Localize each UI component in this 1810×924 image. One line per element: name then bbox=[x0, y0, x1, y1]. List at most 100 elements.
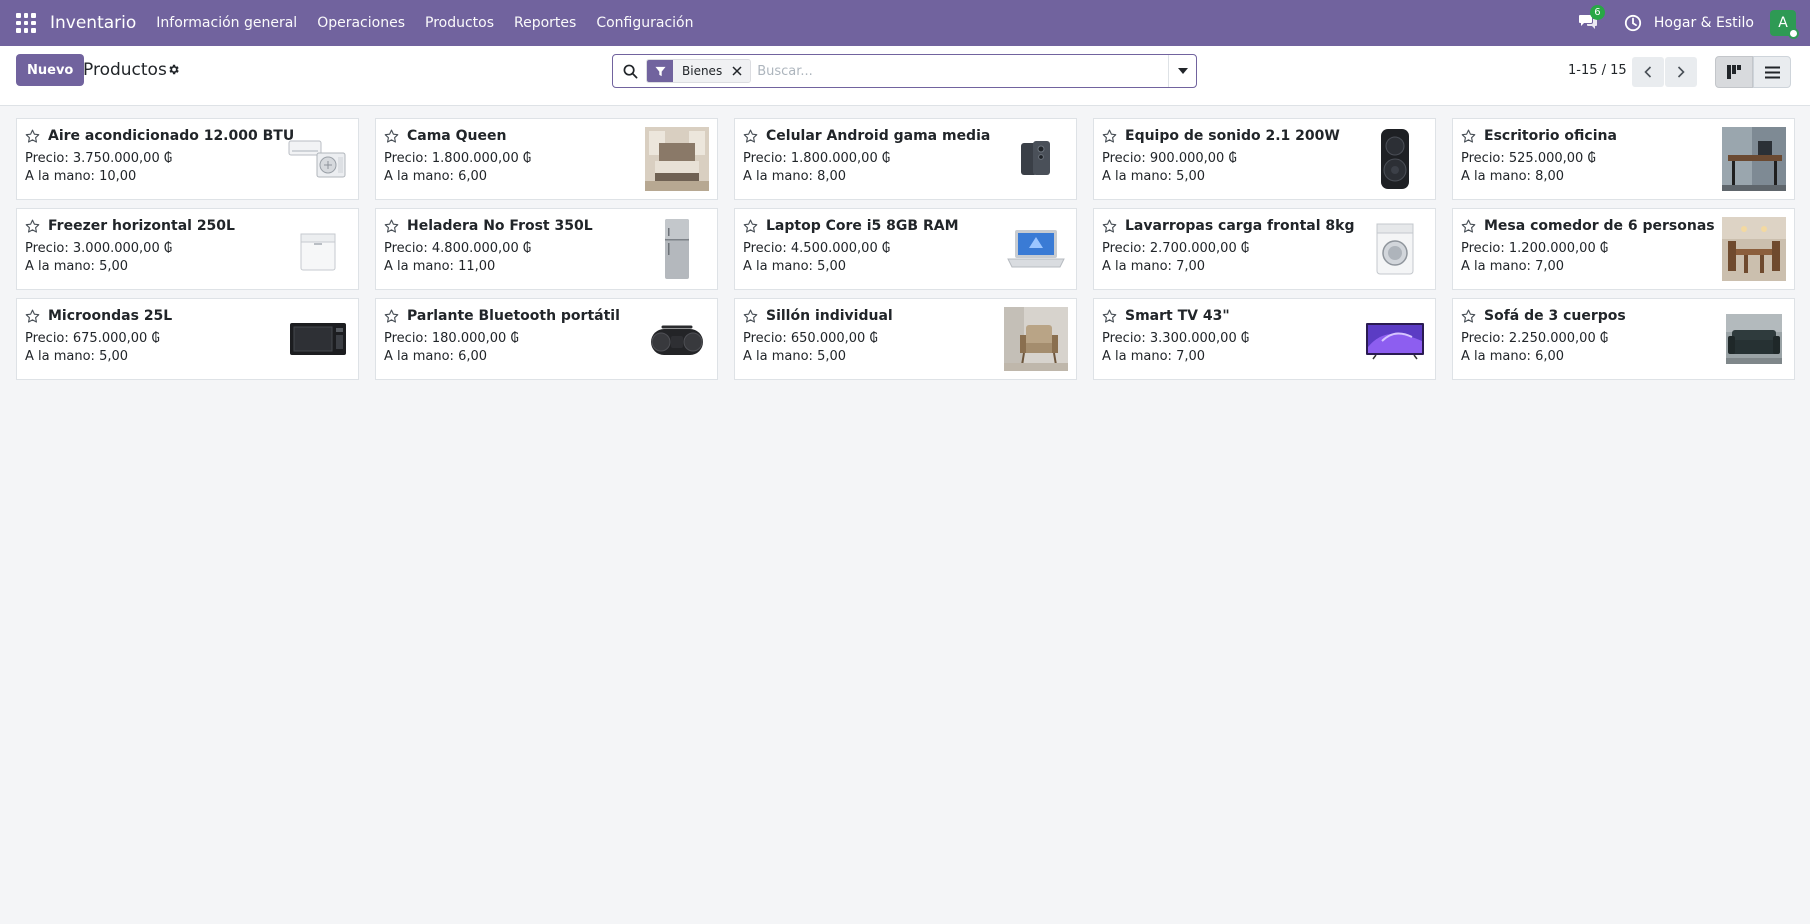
speaker-tower-icon bbox=[1363, 127, 1427, 191]
list-view-button[interactable] bbox=[1753, 56, 1791, 88]
product-name: Laptop Core i5 8GB RAM bbox=[766, 218, 959, 234]
pager-previous-button[interactable] bbox=[1632, 57, 1664, 87]
messages-button[interactable]: 6 bbox=[1578, 5, 1605, 33]
product-name: Microondas 25L bbox=[48, 308, 173, 324]
filter-facet: Bienes bbox=[646, 59, 752, 83]
washing-machine-icon bbox=[1363, 217, 1427, 281]
star-icon[interactable] bbox=[743, 219, 758, 234]
chevron-left-icon bbox=[1644, 66, 1652, 78]
star-icon[interactable] bbox=[1461, 309, 1476, 324]
new-button[interactable]: Nuevo bbox=[16, 54, 85, 86]
star-icon[interactable] bbox=[743, 129, 758, 144]
product-name: Cama Queen bbox=[407, 128, 507, 144]
kanban-view-button[interactable] bbox=[1715, 56, 1753, 88]
star-icon[interactable] bbox=[1461, 219, 1476, 234]
apps-grid-icon[interactable] bbox=[16, 13, 36, 33]
product-name: Escritorio oficina bbox=[1484, 128, 1617, 144]
top-navbar: Inventario Información general Operacion… bbox=[0, 0, 1810, 46]
product-name: Smart TV 43" bbox=[1125, 308, 1230, 324]
star-icon[interactable] bbox=[384, 309, 399, 324]
product-card[interactable]: Parlante Bluetooth portátil Precio: 180.… bbox=[375, 298, 718, 380]
filter-facet-label: Bienes bbox=[673, 60, 729, 82]
star-icon[interactable] bbox=[25, 309, 40, 324]
bed-icon bbox=[645, 127, 709, 191]
menu-reportes[interactable]: Reportes bbox=[514, 15, 576, 31]
bluetooth-speaker-icon bbox=[645, 307, 709, 371]
company-switcher[interactable]: Hogar & Estilo bbox=[1654, 15, 1754, 31]
search-input[interactable] bbox=[757, 56, 1168, 86]
pager-value[interactable]: 1-15 / 15 bbox=[1568, 63, 1627, 78]
kanban-icon bbox=[1727, 65, 1741, 79]
chest-freezer-icon bbox=[286, 217, 350, 281]
tv-icon bbox=[1363, 307, 1427, 371]
product-name: Aire acondicionado 12.000 BTU bbox=[48, 128, 295, 144]
menu-operaciones[interactable]: Operaciones bbox=[317, 15, 405, 31]
product-card[interactable]: Escritorio oficina Precio: 525.000,00 ₲ … bbox=[1452, 118, 1795, 200]
laptop-icon bbox=[1004, 217, 1068, 281]
product-card[interactable]: Laptop Core i5 8GB RAM Precio: 4.500.000… bbox=[734, 208, 1077, 290]
chevron-right-icon bbox=[1677, 66, 1685, 78]
page-title: Productos bbox=[83, 60, 167, 80]
product-name: Freezer horizontal 250L bbox=[48, 218, 235, 234]
menu-productos[interactable]: Productos bbox=[425, 15, 494, 31]
desk-icon bbox=[1722, 127, 1786, 191]
product-name: Heladera No Frost 350L bbox=[407, 218, 593, 234]
product-card[interactable]: Microondas 25L Precio: 675.000,00 ₲ A la… bbox=[16, 298, 359, 380]
microwave-icon bbox=[286, 307, 350, 371]
pager-next-button[interactable] bbox=[1665, 57, 1697, 87]
gear-icon[interactable] bbox=[167, 63, 180, 76]
avatar-letter: A bbox=[1778, 15, 1788, 31]
product-card[interactable]: Sofá de 3 cuerpos Precio: 2.250.000,00 ₲… bbox=[1452, 298, 1795, 380]
menu-configuracion[interactable]: Configuración bbox=[596, 15, 693, 31]
armchair-icon bbox=[1004, 307, 1068, 371]
product-card[interactable]: Smart TV 43" Precio: 3.300.000,00 ₲ A la… bbox=[1093, 298, 1436, 380]
product-card[interactable]: Aire acondicionado 12.000 BTU Precio: 3.… bbox=[16, 118, 359, 200]
product-card[interactable]: Mesa comedor de 6 personas Precio: 1.200… bbox=[1452, 208, 1795, 290]
product-name: Lavarropas carga frontal 8kg bbox=[1125, 218, 1355, 234]
sofa-icon bbox=[1722, 307, 1786, 371]
control-panel: Nuevo Productos Bienes 1-15 / 15 bbox=[0, 46, 1810, 106]
navbar-systray: 6 Hogar & Estilo A bbox=[1578, 5, 1799, 39]
caret-down-icon bbox=[1177, 68, 1188, 74]
product-name: Parlante Bluetooth portátil bbox=[407, 308, 620, 324]
search-icon bbox=[623, 64, 638, 78]
star-icon[interactable] bbox=[1102, 309, 1117, 324]
product-card[interactable]: Celular Android gama media Precio: 1.800… bbox=[734, 118, 1077, 200]
product-name: Equipo de sonido 2.1 200W bbox=[1125, 128, 1340, 144]
star-icon[interactable] bbox=[384, 129, 399, 144]
star-icon[interactable] bbox=[743, 309, 758, 324]
products-kanban: Aire acondicionado 12.000 BTU Precio: 3.… bbox=[16, 118, 1795, 380]
list-icon bbox=[1764, 66, 1780, 78]
presence-status-icon bbox=[1788, 28, 1799, 39]
product-card[interactable]: Freezer horizontal 250L Precio: 3.000.00… bbox=[16, 208, 359, 290]
product-card[interactable]: Heladera No Frost 350L Precio: 4.800.000… bbox=[375, 208, 718, 290]
remove-filter-button[interactable] bbox=[728, 60, 751, 82]
star-icon[interactable] bbox=[1461, 129, 1476, 144]
star-icon[interactable] bbox=[1102, 129, 1117, 144]
messages-count-badge: 6 bbox=[1589, 5, 1605, 20]
star-icon[interactable] bbox=[25, 219, 40, 234]
product-name: Sillón individual bbox=[766, 308, 893, 324]
product-name: Mesa comedor de 6 personas bbox=[1484, 218, 1715, 234]
menu-informacion-general[interactable]: Información general bbox=[156, 15, 297, 31]
star-icon[interactable] bbox=[384, 219, 399, 234]
product-card[interactable]: Equipo de sonido 2.1 200W Precio: 900.00… bbox=[1093, 118, 1436, 200]
product-name: Sofá de 3 cuerpos bbox=[1484, 308, 1626, 324]
user-avatar[interactable]: A bbox=[1770, 10, 1799, 39]
star-icon[interactable] bbox=[25, 129, 40, 144]
smartphone-icon bbox=[1004, 127, 1068, 191]
product-name: Celular Android gama media bbox=[766, 128, 991, 144]
search-bar: Bienes bbox=[612, 54, 1197, 88]
product-card[interactable]: Sillón individual Precio: 650.000,00 ₲ A… bbox=[734, 298, 1077, 380]
product-card[interactable]: Cama Queen Precio: 1.800.000,00 ₲ A la m… bbox=[375, 118, 718, 200]
dining-table-icon bbox=[1722, 217, 1786, 281]
star-icon[interactable] bbox=[1102, 219, 1117, 234]
app-name[interactable]: Inventario bbox=[50, 13, 136, 33]
close-icon bbox=[732, 66, 742, 76]
search-options-toggle[interactable] bbox=[1168, 55, 1196, 87]
air-conditioner-icon bbox=[286, 127, 350, 191]
fridge-icon bbox=[645, 217, 709, 281]
product-card[interactable]: Lavarropas carga frontal 8kg Precio: 2.7… bbox=[1093, 208, 1436, 290]
activity-clock-icon[interactable] bbox=[1624, 14, 1642, 32]
filter-icon bbox=[647, 60, 673, 82]
